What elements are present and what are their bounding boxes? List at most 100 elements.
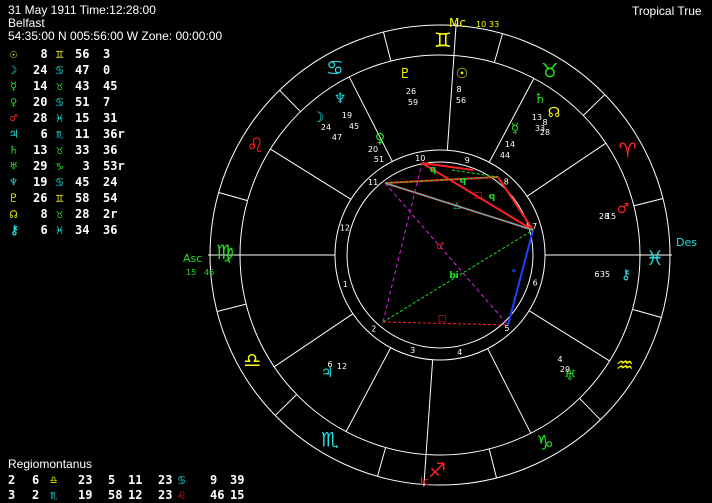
planet-degree-label: 8	[542, 118, 547, 127]
house-number-label: 7	[532, 222, 537, 231]
house-cusp-line	[345, 347, 392, 432]
midheaven-label: Mc	[449, 16, 466, 30]
planet-minute-label: 35	[600, 270, 610, 279]
sign-divider	[633, 197, 664, 207]
aspect-glyph-icon: bi	[449, 271, 459, 281]
house-cusp-line	[446, 55, 455, 151]
planet-minute-label: 28	[540, 128, 550, 137]
planet-glyph-icon: ⚷	[621, 267, 631, 283]
planet-degree-label: 14	[505, 140, 515, 149]
aspect-glyph-icon: q	[489, 192, 495, 202]
house-number-label: 3	[410, 346, 415, 355]
natal-chart-wheel: ♈♉♊♋♌♍♎♏♐♑♒♓ 123 456789101112 ♇2659☉856♆1…	[183, 16, 697, 488]
sign-divider	[488, 448, 498, 479]
zodiac-sign-icon: ♎	[243, 348, 261, 372]
planet-degree-label: 8	[456, 85, 461, 94]
aspect-glyph-icon: *	[512, 268, 517, 278]
sign-divider	[274, 394, 298, 416]
zodiac-sign-icon: ♌	[246, 133, 264, 157]
sign-divider	[632, 308, 662, 318]
planet-minute-label: 51	[374, 155, 384, 164]
planet-glyph-icon: ♆	[334, 91, 347, 107]
zodiac-sign-icon: ♏	[321, 428, 339, 452]
house-cusp-line	[425, 359, 434, 455]
zodiac-sign-icon: ♊	[434, 28, 452, 52]
planet-degree-label: 24	[321, 123, 331, 132]
planet-degree-label: 19	[342, 111, 352, 120]
sign-divider	[279, 89, 301, 113]
aspect-line	[384, 176, 499, 184]
aspect-lines	[382, 162, 534, 326]
planet-minute-label: 12	[337, 362, 347, 371]
planet-glyph-icon: ♇	[399, 66, 412, 82]
sign-divider	[216, 303, 247, 313]
house-number-label: 5	[504, 324, 509, 333]
imum-coeli-label: Ic	[420, 475, 429, 488]
ascendant-degree-label: 15	[186, 268, 196, 277]
aspect-glyph-icon: q	[430, 165, 436, 175]
planet-glyph-icon: ♄	[534, 91, 547, 107]
planet-minute-label: 47	[332, 133, 342, 142]
house-cusp-line	[270, 148, 352, 200]
aspect-glyph-icon: □	[474, 191, 483, 201]
planet-minute-label: 44	[500, 151, 510, 160]
planet-minute-label: 59	[408, 98, 418, 107]
house-number-label: 2	[371, 325, 376, 334]
zodiac-sign-icon: ♒	[616, 353, 634, 377]
wheel-planets: ♇2659☉856♆1945☽2447 ♀2051♄1333☊828☿1444♂2…	[312, 66, 631, 384]
aspect-glyph-icon: □	[438, 314, 447, 324]
sign-divider	[382, 31, 392, 62]
zodiac-sign-icon: ♓	[646, 246, 664, 270]
sign-divider	[377, 447, 387, 477]
planet-degree-label: 6	[327, 360, 332, 369]
house-cusp-line	[526, 142, 607, 197]
aspect-glyph-icon: ♂	[436, 242, 444, 252]
zodiac-sign-icon: ♍	[216, 240, 234, 264]
house-number-label: 10	[415, 154, 425, 163]
house-number-label: 12	[340, 224, 350, 233]
midheaven-minute-label: 33	[489, 20, 499, 29]
zodiac-sign-icon: ♑	[536, 431, 554, 455]
sign-divider	[582, 94, 606, 116]
chart-window: 31 May 1911 Time:12:28:00 Belfast 54:35:…	[0, 0, 712, 503]
planet-minute-label: 4	[557, 355, 562, 364]
house-number-label: 6	[533, 278, 538, 287]
house-cusp-lines	[208, 23, 672, 487]
planet-glyph-icon: ☉	[456, 66, 469, 82]
descendant-label: Des	[676, 236, 697, 249]
planet-glyph-icon: ♂	[617, 201, 630, 217]
planet-degree-label: 20	[368, 145, 378, 154]
house-cusp-line	[487, 348, 532, 434]
midheaven-degree-label: 10	[476, 20, 486, 29]
house-number-label: 11	[368, 178, 378, 187]
angle-labels: Asc15 46Mc 10 33DesIc	[183, 16, 697, 488]
aspect-glyph-icon: △	[454, 201, 461, 211]
house-number-label: 1	[343, 280, 348, 289]
planet-degree-label: 6	[594, 270, 599, 279]
planet-degree-label: 13	[532, 113, 542, 122]
sign-divider	[493, 33, 503, 63]
planet-degree-label: 29	[560, 365, 570, 374]
planet-minute-label: 45	[349, 122, 359, 131]
sign-divider	[218, 192, 248, 202]
zodiac-sign-icon: ♈	[619, 138, 637, 162]
aspect-glyph-icon: q	[460, 176, 466, 186]
planet-minute-label: 15	[606, 212, 616, 221]
house-ring	[334, 149, 546, 361]
ascendant-label: Asc	[183, 252, 202, 265]
planet-minute-label: 56	[456, 96, 466, 105]
ascendant-minute-label: 46	[204, 268, 214, 277]
planet-glyph-icon: ☿	[511, 121, 520, 137]
house-numbers: 123 456789101112	[340, 154, 538, 357]
planet-glyph-icon: ☊	[548, 105, 560, 121]
zodiac-sign-icon: ♐	[428, 458, 446, 482]
house-number-label: 4	[457, 348, 462, 357]
house-number-label: 8	[504, 177, 509, 186]
planet-degree-label: 26	[406, 87, 416, 96]
house-number-label: 9	[465, 156, 470, 165]
zodiac-sign-icon: ♉	[541, 58, 559, 82]
sign-divider	[579, 397, 601, 421]
zodiac-sign-icon: ♋	[326, 55, 344, 79]
aspect-glyphs: q q □ △ ♂ * □ bi q	[430, 165, 517, 324]
house-cusp-line	[273, 313, 354, 368]
